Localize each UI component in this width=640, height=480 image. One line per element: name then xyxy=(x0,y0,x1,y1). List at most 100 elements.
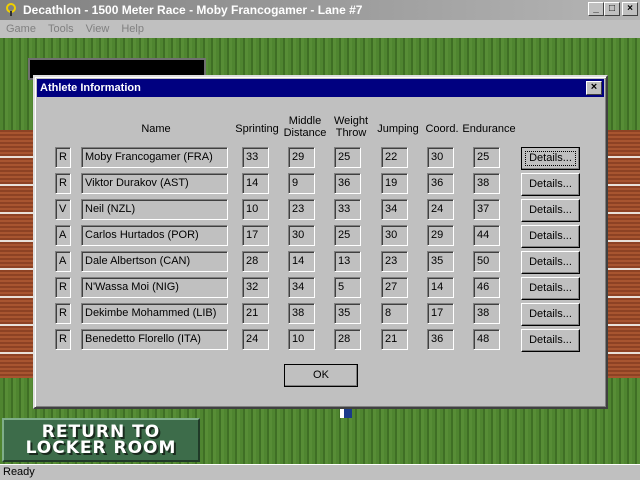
coord-field: 14 xyxy=(427,277,454,298)
details-button[interactable]: Details... xyxy=(521,147,580,170)
close-button[interactable]: × xyxy=(622,2,638,16)
details-button[interactable]: Details... xyxy=(521,277,580,300)
athlete-type-field: R xyxy=(55,277,71,298)
minimize-button[interactable]: _ xyxy=(588,2,604,16)
menu-game[interactable]: Game xyxy=(0,23,42,35)
title-bar: Decathlon - 1500 Meter Race - Moby Franc… xyxy=(0,0,640,20)
middle-distance-field: 38 xyxy=(288,303,315,324)
header-sprinting: Sprinting xyxy=(235,123,279,135)
details-button-label: Details... xyxy=(529,204,572,216)
details-button[interactable]: Details... xyxy=(521,251,580,274)
menu-bar: Game Tools View Help xyxy=(0,20,640,38)
athlete-name-field: Neil (NZL) xyxy=(81,199,228,220)
weight-throw-field: 25 xyxy=(334,147,361,168)
coord-field: 24 xyxy=(427,199,454,220)
middle-distance-field: 23 xyxy=(288,199,315,220)
header-coord: Coord. xyxy=(425,123,459,135)
details-button[interactable]: Details... xyxy=(521,199,580,222)
header-jumping: Jumping xyxy=(377,123,419,135)
coord-field: 30 xyxy=(427,147,454,168)
sprinting-field: 28 xyxy=(242,251,269,272)
athlete-type-field: A xyxy=(55,225,71,246)
details-button-label: Details... xyxy=(529,334,572,346)
dialog-close-button[interactable]: × xyxy=(586,81,602,95)
middle-distance-field: 14 xyxy=(288,251,315,272)
details-button[interactable]: Details... xyxy=(521,303,580,326)
athlete-info-dialog: Athlete Information × Name Sprinting Mid… xyxy=(33,75,608,409)
coord-field: 17 xyxy=(427,303,454,324)
endurance-field: 38 xyxy=(473,173,500,194)
endurance-field: 44 xyxy=(473,225,500,246)
locker-button-line2: LOCKER ROOM xyxy=(25,438,177,458)
decathlon-app-icon[interactable] xyxy=(3,2,19,18)
athlete-type-field: R xyxy=(55,173,71,194)
athlete-type-field: R xyxy=(55,147,71,168)
header-name: Name xyxy=(141,123,171,135)
weight-throw-field: 33 xyxy=(334,199,361,220)
jumping-field: 22 xyxy=(381,147,408,168)
weight-throw-field: 13 xyxy=(334,251,361,272)
endurance-field: 37 xyxy=(473,199,500,220)
middle-distance-field: 9 xyxy=(288,173,315,194)
menu-view[interactable]: View xyxy=(80,23,116,35)
endurance-field: 38 xyxy=(473,303,500,324)
return-to-locker-room-button[interactable]: RETURN TO LOCKER ROOM xyxy=(2,418,200,462)
header-endurance: Endurance xyxy=(462,123,516,135)
sprinting-field: 33 xyxy=(242,147,269,168)
sprinting-field: 17 xyxy=(242,225,269,246)
athlete-name-field: Carlos Hurtados (POR) xyxy=(81,225,228,246)
weight-throw-field: 5 xyxy=(334,277,361,298)
details-button-label: Details... xyxy=(529,282,572,294)
endurance-field: 48 xyxy=(473,329,500,350)
athlete-name-field: Dale Albertson (CAN) xyxy=(81,251,228,272)
weight-throw-field: 25 xyxy=(334,225,361,246)
athlete-type-field: R xyxy=(55,329,71,350)
details-button-label: Details... xyxy=(529,178,572,190)
coord-field: 35 xyxy=(427,251,454,272)
finish-marker xyxy=(340,408,352,418)
coord-field: 36 xyxy=(427,173,454,194)
jumping-field: 27 xyxy=(381,277,408,298)
athlete-name-field: Dekimbe Mohammed (LIB) xyxy=(81,303,228,324)
middle-distance-field: 29 xyxy=(288,147,315,168)
header-weight-throw: Weight Throw xyxy=(333,115,369,139)
details-button[interactable]: Details... xyxy=(521,329,580,352)
middle-distance-field: 30 xyxy=(288,225,315,246)
weight-throw-field: 35 xyxy=(334,303,361,324)
coord-field: 29 xyxy=(427,225,454,246)
athlete-name-field: Viktor Durakov (AST) xyxy=(81,173,228,194)
endurance-field: 46 xyxy=(473,277,500,298)
ok-button[interactable]: OK xyxy=(284,364,358,387)
sprinting-field: 10 xyxy=(242,199,269,220)
middle-distance-field: 34 xyxy=(288,277,315,298)
endurance-field: 25 xyxy=(473,147,500,168)
dialog-title: Athlete Information xyxy=(40,82,141,94)
header-middle-distance: Middle Distance xyxy=(283,115,327,139)
jumping-field: 30 xyxy=(381,225,408,246)
dialog-title-bar: Athlete Information × xyxy=(37,79,604,97)
sprinting-field: 24 xyxy=(242,329,269,350)
jumping-field: 34 xyxy=(381,199,408,220)
ok-button-label: OK xyxy=(313,369,329,381)
athlete-type-field: A xyxy=(55,251,71,272)
maximize-button[interactable]: □ xyxy=(604,2,620,16)
athlete-type-field: R xyxy=(55,303,71,324)
menu-help[interactable]: Help xyxy=(115,23,150,35)
details-button-label: Details... xyxy=(529,256,572,268)
details-button-label: Details... xyxy=(529,308,572,320)
menu-tools[interactable]: Tools xyxy=(42,23,80,35)
athlete-name-field: Benedetto Florello (ITA) xyxy=(81,329,228,350)
athlete-name-field: Moby Francogamer (FRA) xyxy=(81,147,228,168)
athlete-type-field: V xyxy=(55,199,71,220)
jumping-field: 8 xyxy=(381,303,408,324)
details-button[interactable]: Details... xyxy=(521,225,580,248)
details-button[interactable]: Details... xyxy=(521,173,580,196)
details-button-label: Details... xyxy=(529,230,572,242)
sprinting-field: 14 xyxy=(242,173,269,194)
jumping-field: 21 xyxy=(381,329,408,350)
endurance-field: 50 xyxy=(473,251,500,272)
focus-ring xyxy=(525,151,576,166)
coord-field: 36 xyxy=(427,329,454,350)
window-title: Decathlon - 1500 Meter Race - Moby Franc… xyxy=(23,3,363,17)
status-text: Ready xyxy=(3,466,35,478)
